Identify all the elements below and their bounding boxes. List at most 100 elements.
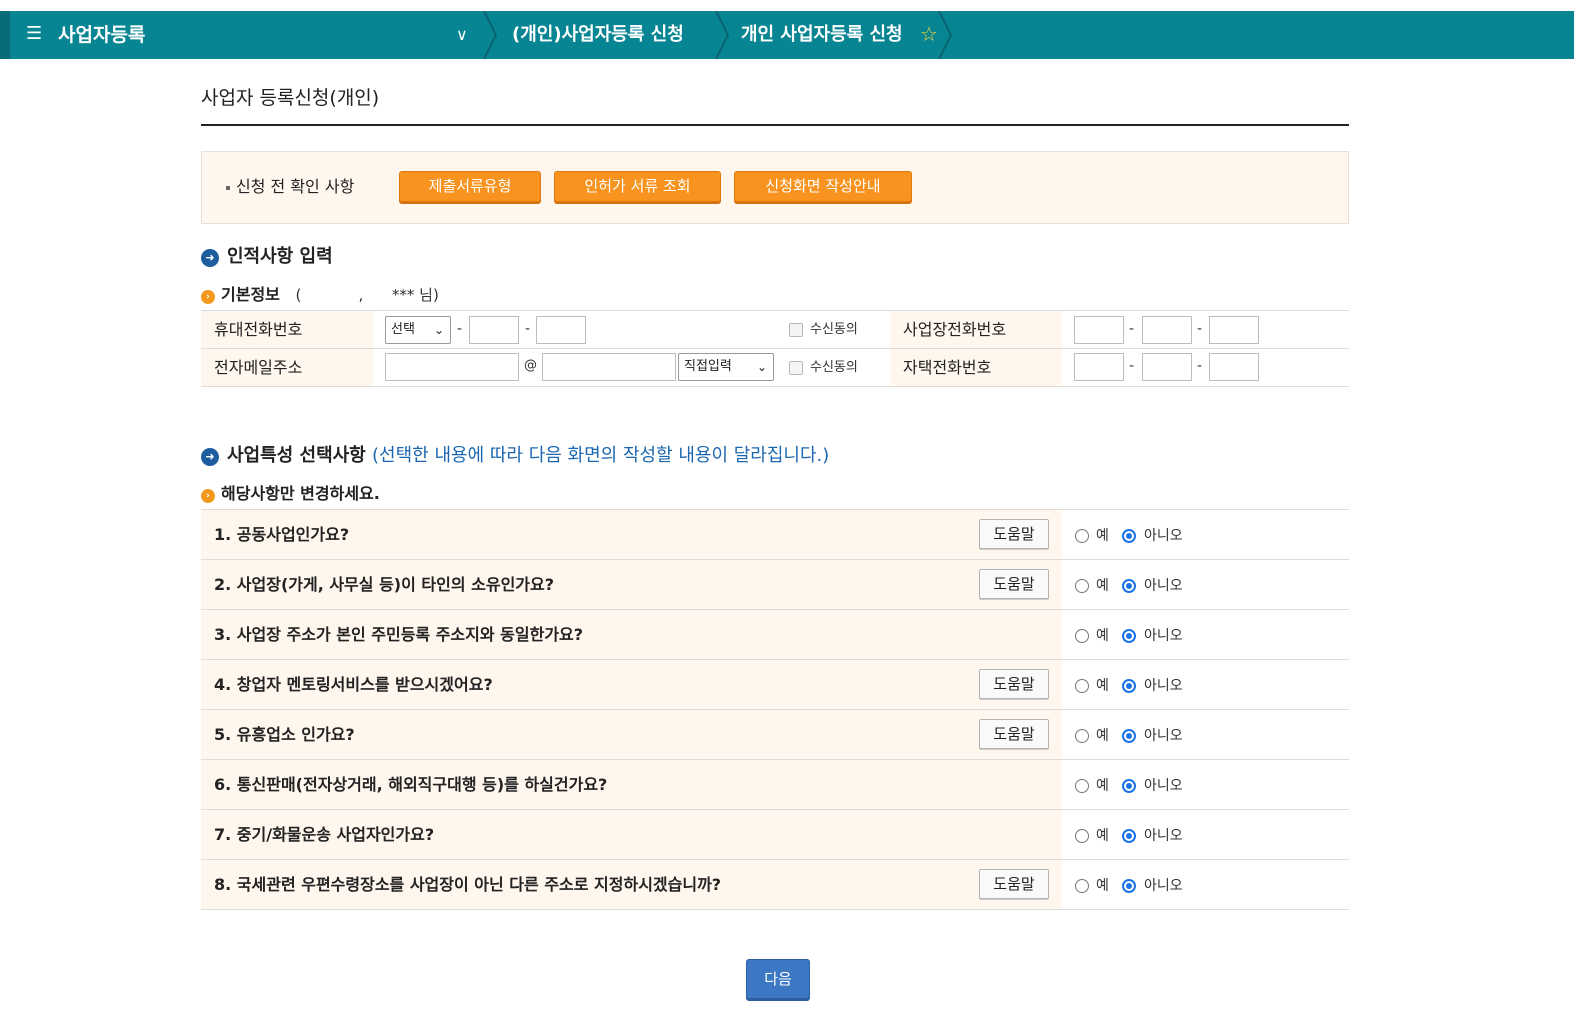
- table-row: 전자메일주소 @ 직접입력 ⌄ 수신동의 자택전화번호 - -: [201, 349, 1349, 387]
- help-button[interactable]: 도움말: [979, 669, 1049, 699]
- email-consent-checkbox[interactable]: [789, 361, 803, 375]
- question-text: 3. 사업장 주소가 본인 주민등록 주소지와 동일한가요?: [214, 625, 584, 644]
- yes-radio[interactable]: [1075, 579, 1089, 593]
- yes-label: 예: [1096, 628, 1109, 644]
- biz-phone-label: 사업장전화번호: [890, 311, 1062, 348]
- chevron-down-icon: ⌄: [433, 323, 444, 337]
- table-row: 1. 공동사업인가요? 도움말 예 아니오: [201, 510, 1349, 560]
- question-cell: 3. 사업장 주소가 본인 주민등록 주소지와 동일한가요?: [201, 610, 1062, 659]
- yes-radio[interactable]: [1075, 829, 1089, 843]
- yes-radio[interactable]: [1075, 729, 1089, 743]
- yes-label: 예: [1096, 778, 1109, 794]
- biz-phone-middle-input[interactable]: [1142, 316, 1192, 344]
- dash: -: [525, 321, 531, 337]
- no-label: 아니오: [1144, 878, 1183, 894]
- email-domain-select[interactable]: 직접입력 ⌄: [678, 353, 774, 381]
- personal-section-heading: ➜ 인적사항 입력: [201, 246, 333, 268]
- page-title: 사업자 등록신청(개인): [201, 87, 380, 109]
- no-radio[interactable]: [1122, 829, 1136, 843]
- dash: -: [457, 321, 463, 337]
- no-label: 아니오: [1144, 778, 1183, 794]
- yes-label: 예: [1096, 728, 1109, 744]
- chevron-circle-icon: ›: [201, 290, 215, 304]
- table-row: 휴대전화번호 선택 ⌄ - - 수신동의 사업장전화번호 - -: [201, 311, 1349, 349]
- features-question-table: 1. 공동사업인가요? 도움말 예 아니오 2. 사업장(가게, 사무실 등)이 타인의…: [201, 509, 1349, 910]
- no-label: 아니오: [1144, 728, 1183, 744]
- yes-radio[interactable]: [1075, 629, 1089, 643]
- table-row: 4. 창업자 멘토링서비스를 받으시겠어요? 도움말 예 아니오: [201, 660, 1349, 710]
- question-text: 4. 창업자 멘토링서비스를 받으시겠어요?: [214, 675, 493, 694]
- yes-radio[interactable]: [1075, 879, 1089, 893]
- next-button[interactable]: 다음: [746, 959, 810, 999]
- bullet-icon: [226, 185, 230, 190]
- mobile-consent-checkbox[interactable]: [789, 323, 803, 337]
- question-cell: 7. 중기/화물운송 사업자인가요?: [201, 810, 1062, 859]
- biz-phone-first-input[interactable]: [1074, 316, 1124, 344]
- yes-radio[interactable]: [1075, 779, 1089, 793]
- yes-label: 예: [1096, 528, 1109, 544]
- chevron-circle-icon: ›: [201, 489, 215, 503]
- yes-label: 예: [1096, 878, 1109, 894]
- help-button[interactable]: 도움말: [979, 519, 1049, 549]
- no-radio[interactable]: [1122, 579, 1136, 593]
- features-heading-text: 사업특성 선택사항: [227, 445, 366, 466]
- biz-phone-last-input[interactable]: [1209, 316, 1259, 344]
- yes-radio[interactable]: [1075, 679, 1089, 693]
- home-phone-last-input[interactable]: [1209, 353, 1259, 381]
- no-radio[interactable]: [1122, 729, 1136, 743]
- email-at-sign: @: [524, 358, 537, 373]
- no-radio[interactable]: [1122, 779, 1136, 793]
- chevron-down-icon: ⌄: [756, 360, 767, 374]
- arrow-circle-icon: ➜: [201, 448, 219, 466]
- home-phone-middle-input[interactable]: [1142, 353, 1192, 381]
- hamburger-menu-icon[interactable]: ☰: [26, 24, 42, 44]
- mobile-middle-input[interactable]: [469, 316, 519, 344]
- breadcrumb-crumb2[interactable]: (개인)사업자등록 신청: [512, 22, 684, 48]
- home-phone-first-input[interactable]: [1074, 353, 1124, 381]
- pre-check-box: 신청 전 확인 사항 제출서류유형 인허가 서류 조회 신청화면 작성안내: [201, 151, 1349, 224]
- personal-info-table: 휴대전화번호 선택 ⌄ - - 수신동의 사업장전화번호 - - 전자메일주소 @…: [201, 310, 1349, 387]
- yes-label: 예: [1096, 678, 1109, 694]
- features-sub-text: 해당사항만 변경하세요.: [221, 484, 380, 503]
- help-button[interactable]: 도움말: [979, 719, 1049, 749]
- yes-radio[interactable]: [1075, 529, 1089, 543]
- no-label: 아니오: [1144, 528, 1183, 544]
- doc-type-button[interactable]: 제출서류유형: [399, 171, 541, 202]
- home-phone-label: 자택전화번호: [890, 349, 1062, 386]
- permit-doc-lookup-button[interactable]: 인허가 서류 조회: [554, 171, 721, 202]
- question-text: 2. 사업장(가게, 사무실 등)이 타인의 소유인가요?: [214, 575, 555, 594]
- no-radio[interactable]: [1122, 679, 1136, 693]
- email-domain-input[interactable]: [542, 353, 676, 381]
- table-row: 6. 통신판매(전자상거래, 해외직구대행 등)를 하실건가요? 예 아니오: [201, 760, 1349, 810]
- features-subheading: › 해당사항만 변경하세요.: [201, 484, 380, 504]
- question-text: 7. 중기/화물운송 사업자인가요?: [214, 825, 435, 844]
- question-cell: 4. 창업자 멘토링서비스를 받으시겠어요? 도움말: [201, 660, 1062, 709]
- breadcrumb-separator-icon: [715, 11, 730, 59]
- mobile-consent-label: 수신동의: [810, 322, 858, 337]
- no-label: 아니오: [1144, 578, 1183, 594]
- title-divider: [201, 124, 1349, 126]
- no-radio[interactable]: [1122, 529, 1136, 543]
- chevron-down-icon[interactable]: ∨: [456, 25, 468, 45]
- star-outline-icon[interactable]: ☆: [920, 21, 938, 47]
- pre-check-label: 신청 전 확인 사항: [226, 176, 354, 198]
- features-heading-note: (선택한 내용에 따라 다음 화면의 작성할 내용이 달라집니다.): [372, 445, 830, 466]
- email-label: 전자메일주소: [201, 349, 373, 386]
- question-cell: 1. 공동사업인가요? 도움말: [201, 510, 1062, 559]
- no-radio[interactable]: [1122, 629, 1136, 643]
- email-consent-label: 수신동의: [810, 360, 858, 375]
- nav-title[interactable]: 사업자등록: [58, 22, 145, 48]
- form-guide-button[interactable]: 신청화면 작성안내: [734, 171, 912, 202]
- table-row: 5. 유흥업소 인가요? 도움말 예 아니오: [201, 710, 1349, 760]
- arrow-circle-icon: ➜: [201, 249, 219, 267]
- yes-label: 예: [1096, 578, 1109, 594]
- email-id-input[interactable]: [385, 353, 519, 381]
- mobile-label: 휴대전화번호: [201, 311, 373, 348]
- help-button[interactable]: 도움말: [979, 569, 1049, 599]
- help-button[interactable]: 도움말: [979, 869, 1049, 899]
- mobile-prefix-select[interactable]: 선택 ⌄: [385, 316, 451, 344]
- table-row: 3. 사업장 주소가 본인 주민등록 주소지와 동일한가요? 예 아니오: [201, 610, 1349, 660]
- features-section-heading: ➜ 사업특성 선택사항 (선택한 내용에 따라 다음 화면의 작성할 내용이 달라…: [201, 445, 829, 467]
- mobile-last-input[interactable]: [536, 316, 586, 344]
- no-radio[interactable]: [1122, 879, 1136, 893]
